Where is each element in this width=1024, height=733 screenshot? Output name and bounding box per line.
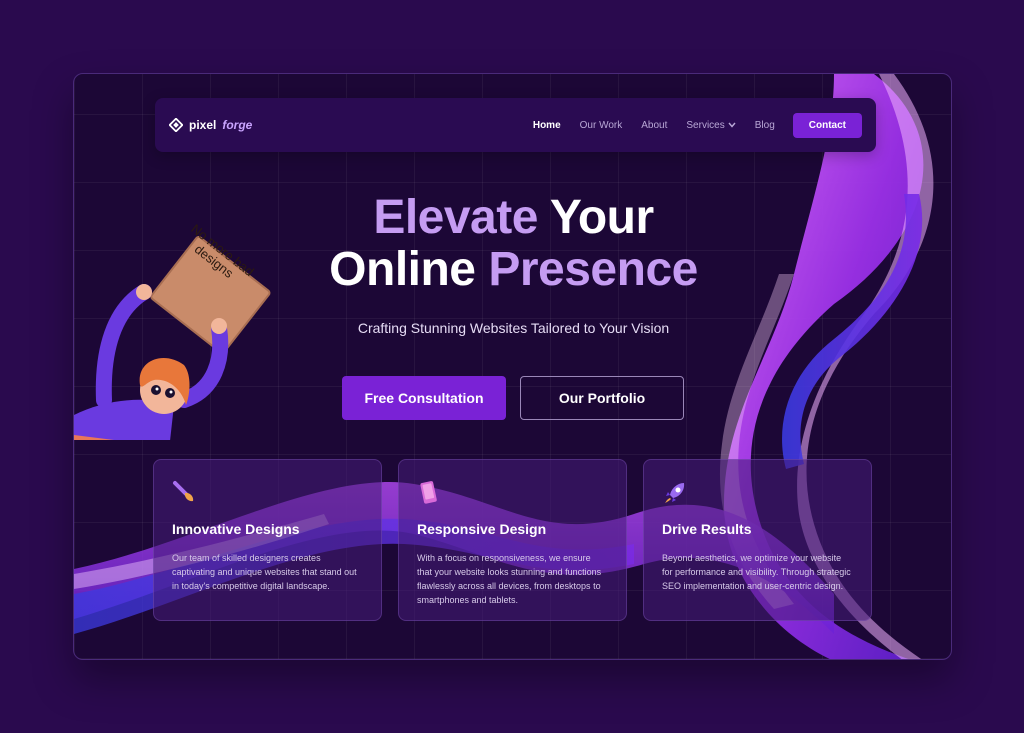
nav-links: Home Our Work About Services Blog: [533, 120, 775, 131]
paintbrush-icon: [173, 481, 194, 502]
feature-card-results: Drive Results Beyond aesthetics, we opti…: [643, 459, 872, 621]
hero-word-your: Your: [549, 191, 654, 244]
nav-link-home[interactable]: Home: [533, 120, 561, 131]
hero-heading-line2: Online Presence: [74, 243, 951, 296]
navbar: pixel forge Home Our Work About Services…: [155, 98, 876, 152]
our-portfolio-button[interactable]: Our Portfolio: [520, 376, 684, 420]
website-mockup: No more bad designs pixel forge Home Our…: [73, 73, 952, 660]
diamond-logo-icon: [169, 118, 183, 132]
card-title: Innovative Designs: [172, 521, 300, 537]
brand-logo[interactable]: pixel forge: [169, 118, 252, 132]
card-description: Our team of skilled designers creates ca…: [172, 553, 357, 591]
nav-link-our-work[interactable]: Our Work: [580, 120, 623, 131]
nav-link-services[interactable]: Services: [686, 119, 736, 131]
contact-button[interactable]: Contact: [792, 112, 862, 138]
card-title: Drive Results: [662, 521, 752, 537]
hero-highlight-word-1: Elevate: [373, 191, 538, 244]
feature-card-innovative: Innovative Designs Our team of skilled d…: [153, 459, 382, 621]
hero-heading-line1: Elevate Your: [74, 191, 951, 244]
brand-name-part1: pixel: [189, 118, 217, 132]
nav-link-about[interactable]: About: [641, 120, 667, 131]
hero-highlight-word-2: Presence: [488, 243, 698, 296]
free-consultation-button[interactable]: Free Consultation: [342, 376, 506, 420]
card-title: Responsive Design: [417, 521, 547, 537]
nav-link-blog[interactable]: Blog: [755, 120, 775, 131]
hero-word-online: Online: [329, 243, 476, 296]
mobile-icon: [420, 481, 437, 504]
card-description: Beyond aesthetics, we optimize your webs…: [662, 553, 851, 591]
hero-heading: Elevate Your Online Presence: [74, 191, 951, 296]
card-description: With a focus on responsiveness, we ensur…: [417, 553, 602, 605]
hero-subtitle: Crafting Stunning Websites Tailored to Y…: [357, 320, 670, 336]
feature-card-responsive: Responsive Design With a focus on respon…: [398, 459, 627, 621]
brand-name-part2: forge: [222, 118, 253, 132]
chevron-down-icon: [728, 122, 736, 128]
nav-link-services-label: Services: [686, 119, 725, 131]
rocket-icon: [665, 483, 685, 503]
